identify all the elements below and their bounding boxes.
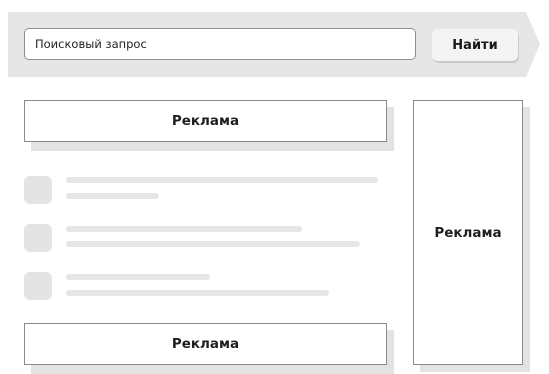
- result-snippet-line: [66, 290, 329, 296]
- search-input[interactable]: [24, 28, 416, 60]
- result-title-line: [66, 226, 302, 232]
- ad-banner-side-label: Реклама: [434, 224, 502, 241]
- result-thumbnail: [24, 176, 52, 204]
- ad-banner-bottom-label: Реклама: [171, 336, 240, 352]
- result-snippet-line: [66, 241, 360, 247]
- ad-banner-top-label: Реклама: [171, 113, 240, 129]
- result-title-line: [66, 274, 210, 280]
- result-snippet-line: [66, 193, 159, 199]
- ad-banner-side[interactable]: Реклама: [413, 100, 523, 365]
- ad-banner-top[interactable]: Реклама: [24, 100, 387, 142]
- result-thumbnail: [24, 224, 52, 252]
- result-title-line: [66, 177, 378, 183]
- ad-banner-bottom[interactable]: Реклама: [24, 323, 387, 365]
- search-button[interactable]: Найти: [432, 29, 518, 61]
- result-thumbnail: [24, 272, 52, 300]
